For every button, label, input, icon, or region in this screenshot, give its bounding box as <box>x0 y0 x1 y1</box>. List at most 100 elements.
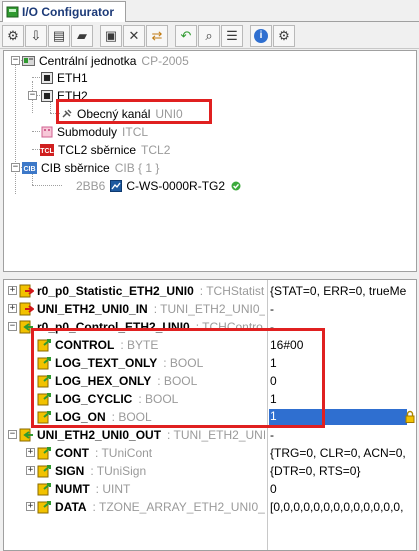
cib-bus-icon: CIB <box>22 161 37 174</box>
grid-row-r0-p0-statistic-eth2-uni0[interactable]: + r0_p0_Statistic_ETH2_UNI0 : TCHStatist {S… <box>4 282 416 300</box>
variable-icon <box>37 482 52 496</box>
settings-button[interactable]: ⚙ <box>273 24 295 47</box>
tree-item-type: ITCL <box>122 124 149 139</box>
variable-value[interactable]: {STAT=0, ERR=0, trueMe <box>270 284 410 298</box>
grid-row-sign[interactable]: + SIGN : TUniSign {DTR=0, RTS=0} <box>4 462 416 480</box>
grid-row-cont[interactable]: + CONT : TUniCont {TRG=0, CLR=0, ACN=0, <box>4 444 416 462</box>
highlight-box-control <box>31 328 325 428</box>
tree-item-label: Centrální jednotka <box>39 53 137 68</box>
ethernet-port-icon <box>40 71 53 84</box>
module-address: 2BB6 <box>76 178 106 193</box>
variable-label: CONT : TUniCont <box>55 446 265 460</box>
variable-type: : TUNI_ETH2_UNI0_IN <box>153 302 265 316</box>
expand-toggle[interactable]: + <box>26 466 35 475</box>
list-icon: ☰ <box>226 28 238 43</box>
tab-title: I/O Configurator <box>22 5 114 19</box>
variable-name: DATA <box>55 500 87 514</box>
expand-toggle[interactable]: + <box>26 448 35 457</box>
tree-item-module[interactable]: 2BB6 C-WS-0000R-TG2 <box>76 177 242 194</box>
tree-item-label: TCL2 sběrnice <box>58 142 137 157</box>
variable-value[interactable]: - <box>270 428 410 442</box>
search-button[interactable]: ⌕ <box>198 24 220 47</box>
submodule-icon <box>40 126 53 138</box>
gear-icon: ⚙ <box>7 28 19 43</box>
variable-label: DATA : TZONE_ARRAY_ETH2_UNI0_T <box>55 500 265 514</box>
tools-button[interactable]: ✕ <box>123 24 145 47</box>
expand-toggle[interactable]: + <box>26 502 35 511</box>
collapse-root-toggle[interactable]: − <box>11 56 20 65</box>
download-button[interactable]: ⇩ <box>25 24 47 47</box>
tcl-bus-icon: TCL <box>40 143 54 156</box>
expand-toggle[interactable]: + <box>8 304 17 313</box>
variable-type: : TZONE_ARRAY_ETH2_UNI0_T <box>92 500 265 514</box>
print-icon: ▤ <box>52 28 66 43</box>
gear-button[interactable]: ⚙ <box>2 24 24 47</box>
lock-icon[interactable] <box>405 410 415 423</box>
variable-type: : TUniCont <box>95 446 153 460</box>
variable-value[interactable]: - <box>270 302 410 316</box>
print-button[interactable]: ▤ <box>48 24 70 47</box>
variable-label: UNI_ETH2_UNI0_IN : TUNI_ETH2_UNI0_IN <box>37 302 265 316</box>
collapse-eth2-toggle[interactable]: − <box>28 91 37 100</box>
tree-item-cib-bus[interactable]: CIB CIB sběrnice CIB { 1 } <box>22 159 159 176</box>
info-icon: i <box>254 28 268 43</box>
variable-name: CONT <box>55 446 89 460</box>
grid-row-uni-eth2-uni0-out[interactable]: − UNI_ETH2_UNI0_OUT: TUNI_ETH2_UNI - <box>4 426 416 444</box>
list-button[interactable]: ☰ <box>221 24 243 47</box>
search-icon: ⌕ <box>205 28 213 43</box>
save-icon: ▣ <box>104 28 118 43</box>
panel-splitter[interactable] <box>0 272 419 279</box>
module-tree: − − − Centrální jednotka CP-2005 ETH1 ET… <box>3 50 417 272</box>
input-variable-icon <box>19 302 35 316</box>
grid-row-data[interactable]: + DATA : TZONE_ARRAY_ETH2_UNI0_T [0,0,0,0,0… <box>4 498 416 516</box>
tree-item-type: CP-2005 <box>141 53 189 68</box>
undo-button[interactable]: ↶ <box>175 24 197 47</box>
tree-item-central-unit[interactable]: Centrální jednotka CP-2005 <box>22 52 189 69</box>
open-folder-icon: ▰ <box>77 28 87 43</box>
collapse-toggle[interactable]: − <box>8 322 17 331</box>
undo-icon: ↶ <box>180 28 192 43</box>
variable-value[interactable]: 0 <box>270 482 410 496</box>
tree-item-eth1[interactable]: ETH1 <box>40 69 88 86</box>
grid-row-numt[interactable]: NUMT: UINT 0 <box>4 480 416 498</box>
variable-label: NUMT: UINT <box>55 482 265 496</box>
settings-icon: ⚙ <box>278 28 290 43</box>
variable-label: UNI_ETH2_UNI0_OUT: TUNI_ETH2_UNI <box>37 428 265 442</box>
swap-button[interactable]: ⇄ <box>146 24 168 47</box>
variable-name: NUMT <box>55 482 90 496</box>
svg-text:TCL: TCL <box>40 148 54 155</box>
output-variable-icon <box>19 428 34 442</box>
variable-icon <box>37 500 52 514</box>
variable-name: SIGN <box>55 464 85 478</box>
svg-text:CIB: CIB <box>23 166 35 173</box>
collapse-toggle[interactable]: − <box>8 430 17 439</box>
tree-item-tcl2-bus[interactable]: TCL TCL2 sběrnice TCL2 <box>40 141 170 158</box>
io-configurator-icon <box>6 6 19 18</box>
variable-label: r0_p0_Statistic_ETH2_UNI0 : TCHStatist <box>37 284 265 298</box>
variable-label: SIGN : TUniSign <box>55 464 265 478</box>
tree-item-type: CIB { 1 } <box>114 160 160 175</box>
tree-item-submodules[interactable]: Submoduly ITCL <box>40 123 148 140</box>
variable-name: r0_p0_Statistic_ETH2_UNI0 <box>37 284 194 298</box>
variable-type: : TCHStatist <box>199 284 265 298</box>
variable-type: : TUniSign <box>90 464 147 478</box>
variable-value[interactable]: [0,0,0,0,0,0,0,0,0,0,0,0,0, <box>270 500 410 514</box>
open-folder-button[interactable]: ▰ <box>71 24 93 47</box>
save-button[interactable]: ▣ <box>100 24 122 47</box>
variables-grid: + r0_p0_Statistic_ETH2_UNI0 : TCHStatist {S… <box>3 279 417 551</box>
title-bar: I/O Configurator <box>0 0 419 22</box>
ok-status-icon <box>229 180 242 192</box>
variable-name: UNI_ETH2_UNI0_IN <box>37 302 148 316</box>
highlight-box-channel <box>56 99 212 124</box>
expand-toggle[interactable]: + <box>8 286 17 295</box>
collapse-cib-toggle[interactable]: − <box>11 163 20 172</box>
tools-icon: ✕ <box>128 28 140 43</box>
tab-io-configurator[interactable]: I/O Configurator <box>2 1 126 22</box>
tree-item-label: Submoduly <box>57 124 118 139</box>
variable-value[interactable]: {DTR=0, RTS=0} <box>270 464 410 478</box>
grid-row-uni-eth2-uni0-in[interactable]: + UNI_ETH2_UNI0_IN : TUNI_ETH2_UNI0_IN- <box>4 300 416 318</box>
variable-value[interactable]: {TRG=0, CLR=0, ACN=0, <box>270 446 410 460</box>
info-button[interactable]: i <box>250 24 272 47</box>
variable-type: : TUNI_ETH2_UNI <box>167 428 265 442</box>
tree-item-label: ETH1 <box>57 70 88 85</box>
